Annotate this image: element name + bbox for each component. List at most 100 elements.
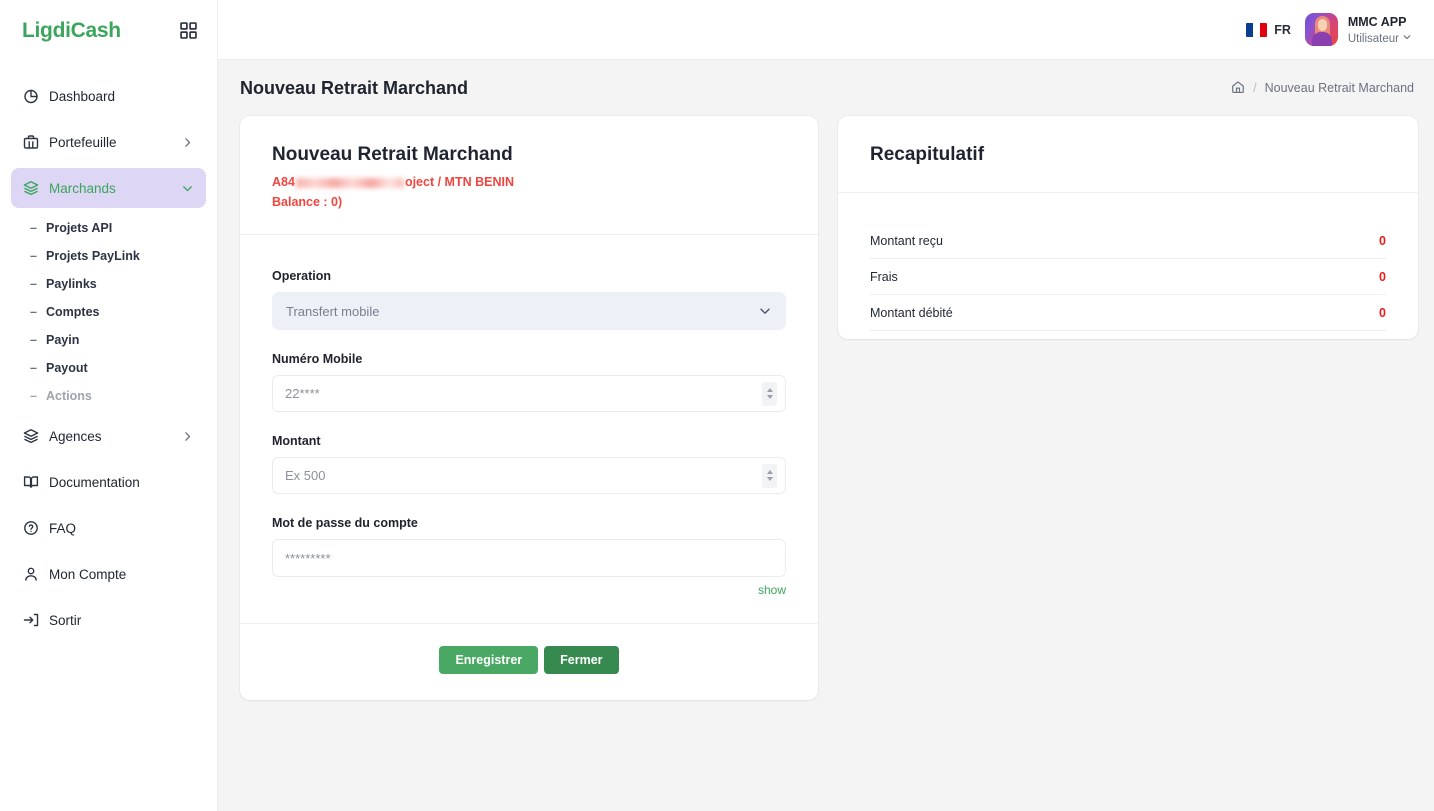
- form-actions: Enregistrer Fermer: [240, 624, 818, 700]
- dash-icon: –: [30, 305, 37, 319]
- user-icon: [23, 566, 49, 582]
- dash-icon: –: [30, 333, 37, 347]
- sidebar-item-portefeuille[interactable]: Portefeuille: [11, 122, 206, 162]
- merchant-balance: Balance : 0): [272, 195, 343, 209]
- main-area: FR MMC APP Utilisateur Nouveau Retrait M…: [218, 0, 1434, 811]
- dash-icon: –: [30, 277, 37, 291]
- sidebar-subitem-paylinks[interactable]: – Paylinks: [0, 270, 217, 298]
- sidebar-item-label: Portefeuille: [49, 134, 117, 150]
- close-button[interactable]: Fermer: [544, 646, 619, 674]
- field-mobile: Numéro Mobile 22****: [272, 352, 786, 412]
- montant-label: Montant: [272, 434, 321, 448]
- merchant-project-suffix: oject / MTN BENIN: [404, 175, 514, 189]
- sidebar-subitem-label: Paylinks: [46, 277, 97, 291]
- sidebar-item-documentation[interactable]: Documentation: [11, 462, 206, 502]
- sidebar-item-label: Mon Compte: [49, 566, 127, 582]
- sidebar-subitem-comptes[interactable]: – Comptes: [0, 298, 217, 326]
- merchant-project-line: A84 oject / MTN BENIN: [272, 172, 786, 192]
- sidebar-subitem-label: Actions: [46, 389, 92, 403]
- chevron-down-icon: [1402, 32, 1412, 46]
- book-icon: [23, 474, 49, 490]
- sidebar-subitem-payin[interactable]: – Payin: [0, 326, 217, 354]
- sidebar-subitem-label: Projets API: [46, 221, 113, 235]
- breadcrumb-separator: /: [1253, 81, 1257, 95]
- recap-row-value: 0: [1379, 269, 1386, 284]
- home-icon[interactable]: [1231, 80, 1245, 97]
- sidebar-subitem-actions[interactable]: – Actions: [0, 382, 217, 410]
- recap-row: Montant reçu 0: [870, 223, 1386, 259]
- app-root: LigdiCash Dashboard Portefeuille Marchan…: [0, 0, 1434, 811]
- brand-logo[interactable]: LigdiCash: [22, 20, 121, 41]
- field-montant: Montant Ex 500: [272, 434, 786, 494]
- sidebar-item-label: Sortir: [49, 612, 82, 628]
- sidebar-subitem-projets-paylink[interactable]: – Projets PayLink: [0, 242, 217, 270]
- page-title: Nouveau Retrait Marchand: [240, 77, 469, 98]
- sidebar-item-label: Agences: [49, 428, 102, 444]
- logout-icon: [23, 612, 49, 628]
- password-input[interactable]: *********: [272, 539, 786, 577]
- sidebar-nav: Dashboard Portefeuille Marchands – Proje…: [0, 60, 217, 646]
- sidebar-item-agences[interactable]: Agences: [11, 416, 206, 456]
- chevron-right-icon: [181, 430, 194, 443]
- show-password-link[interactable]: show: [272, 583, 786, 597]
- password-placeholder: *********: [285, 550, 331, 566]
- user-role-row: Utilisateur: [1348, 32, 1412, 46]
- sidebar-item-mon-compte[interactable]: Mon Compte: [11, 554, 206, 594]
- sidebar-item-label: Documentation: [49, 474, 140, 490]
- topbar: FR MMC APP Utilisateur: [218, 0, 1434, 60]
- user-name: MMC APP: [1347, 15, 1407, 30]
- sidebar-item-sortir[interactable]: Sortir: [11, 600, 206, 640]
- number-spinner-icon[interactable]: [762, 381, 777, 406]
- recap-title: Recapitulatif: [870, 144, 985, 165]
- save-button[interactable]: Enregistrer: [439, 646, 539, 674]
- recap-row-label: Montant reçu: [870, 233, 943, 248]
- sidebar-header: LigdiCash: [0, 0, 217, 60]
- sidebar-subitem-label: Projets PayLink: [46, 249, 140, 263]
- mobile-label: Numéro Mobile: [272, 352, 363, 366]
- recap-rows: Montant reçu 0 Frais 0 Montant débité 0: [838, 193, 1418, 339]
- withdrawal-form-card: Nouveau Retrait Marchand A84 oject / MTN …: [240, 116, 818, 700]
- sidebar-item-dashboard[interactable]: Dashboard: [11, 76, 206, 116]
- number-spinner-icon[interactable]: [762, 463, 777, 488]
- recap-row: Montant débité 0: [870, 295, 1386, 331]
- sidebar-item-label: Marchands: [49, 180, 116, 196]
- pie-chart-icon: [23, 88, 49, 104]
- dash-icon: –: [30, 361, 37, 375]
- dash-icon: –: [30, 389, 37, 403]
- montant-input[interactable]: Ex 500: [272, 457, 786, 494]
- form-card-title: Nouveau Retrait Marchand: [272, 144, 513, 165]
- user-role-label: Utilisateur: [1347, 33, 1399, 46]
- breadcrumb: / Nouveau Retrait Marchand: [1231, 80, 1414, 97]
- dash-icon: –: [30, 249, 37, 263]
- grid-icon[interactable]: [180, 21, 197, 39]
- recap-card-header: Recapitulatif: [838, 116, 1418, 192]
- recap-row: Frais 0: [870, 259, 1386, 295]
- sidebar-subitem-label: Comptes: [46, 305, 100, 319]
- operation-select[interactable]: Transfert mobile: [272, 292, 786, 330]
- operation-value: Transfert mobile: [286, 303, 380, 319]
- mobile-placeholder: 22****: [285, 386, 320, 401]
- sidebar-subitem-projets-api[interactable]: – Projets API: [0, 214, 217, 242]
- dash-icon: –: [30, 221, 37, 235]
- mobile-input[interactable]: 22****: [272, 375, 786, 412]
- chevron-right-icon: [181, 136, 194, 149]
- avatar: [1304, 13, 1338, 46]
- sidebar-item-marchands[interactable]: Marchands: [11, 168, 206, 208]
- field-password: Mot de passe du compte ********* show: [272, 516, 786, 597]
- form-card-body: Operation Transfert mobile Numéro Mobile…: [240, 235, 818, 623]
- sidebar-subitem-label: Payin: [46, 333, 80, 347]
- montant-placeholder: Ex 500: [285, 468, 326, 483]
- operation-label: Operation: [272, 269, 332, 283]
- recap-row-value: 0: [1379, 233, 1386, 248]
- sidebar-subitem-payout[interactable]: – Payout: [0, 354, 217, 382]
- briefcase-icon: [23, 134, 49, 150]
- password-label: Mot de passe du compte: [272, 516, 418, 530]
- form-card-header: Nouveau Retrait Marchand A84 oject / MTN …: [240, 116, 818, 234]
- sidebar-item-faq[interactable]: FAQ: [11, 508, 206, 548]
- user-menu[interactable]: MMC APP Utilisateur: [1304, 12, 1412, 46]
- breadcrumb-current: Nouveau Retrait Marchand: [1264, 81, 1414, 95]
- language-label: FR: [1274, 22, 1291, 37]
- language-switcher[interactable]: FR: [1246, 22, 1291, 37]
- sidebar-item-label: FAQ: [49, 520, 77, 536]
- field-operation: Operation Transfert mobile: [272, 269, 786, 330]
